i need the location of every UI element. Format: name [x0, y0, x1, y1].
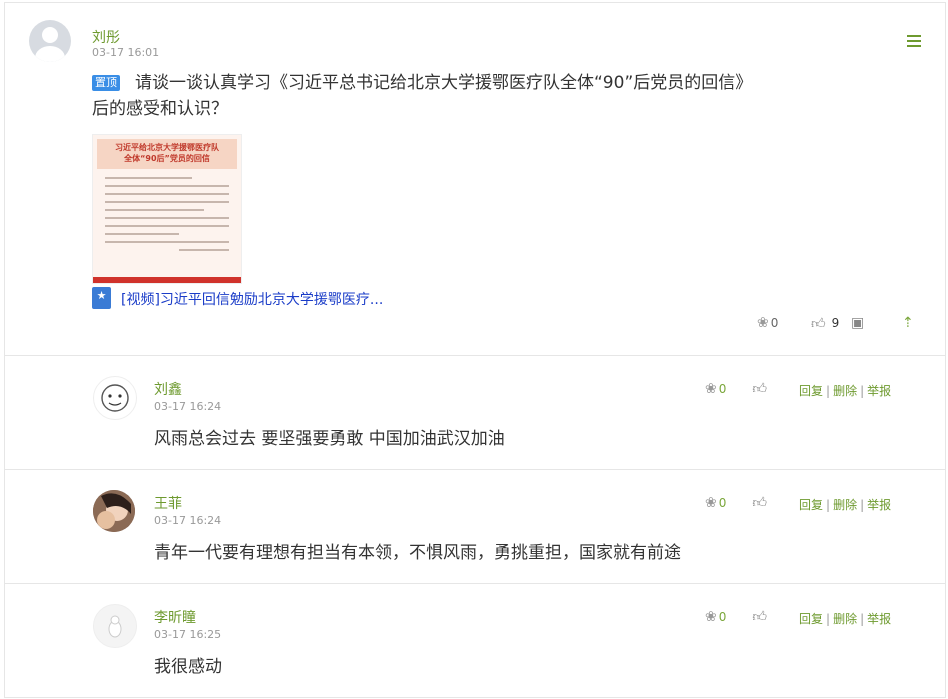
comment-links: 回复 | 删除 | 举报 [799, 498, 892, 512]
comment-time: 03-17 16:25 [154, 628, 222, 641]
top-action[interactable]: ⇡ [902, 313, 914, 333]
delete-link[interactable]: 删除 [833, 498, 857, 512]
commenter-name[interactable]: 王菲 [154, 493, 182, 513]
commenter-avatar[interactable] [93, 376, 137, 420]
comment-item: 刘鑫 03-17 16:24 风雨总会过去 要坚强要勇敢 中国加油武汉加油 ❀ … [5, 356, 945, 470]
thumb-up-icon[interactable]: 👍︎ [752, 380, 767, 397]
report-link[interactable]: 举报 [867, 384, 891, 398]
menu-icon[interactable] [907, 35, 921, 47]
flower-icon: ❀ [705, 380, 717, 397]
post-time: 03-17 16:01 [92, 46, 160, 59]
pinned-badge: 置顶 [92, 75, 120, 91]
arrow-up-icon: ⇡ [902, 315, 914, 331]
report-link[interactable]: 举报 [867, 498, 891, 512]
commenter-name[interactable]: 李昕瞳 [154, 607, 196, 627]
comment-action[interactable]: ▣ [851, 313, 864, 333]
main-post: 刘彤 03-17 16:01 置顶 请谈一谈认真学习《习近平总书记给北京大学援鄂… [5, 3, 945, 356]
comment-item: 王菲 03-17 16:24 青年一代要有理想有担当有本领，不惧风雨，勇挑重担，… [5, 470, 945, 584]
comment-item: 李昕瞳 03-17 16:25 我很感动 ❀ 0 👍︎ 回复 | 删除 | 举报 [5, 584, 945, 697]
reply-link[interactable]: 回复 [799, 612, 823, 626]
report-link[interactable]: 举报 [867, 612, 891, 626]
commenter-avatar[interactable] [93, 604, 137, 648]
delete-link[interactable]: 删除 [833, 612, 857, 626]
commenter-avatar[interactable] [93, 490, 135, 532]
delete-link[interactable]: 删除 [833, 384, 857, 398]
post-image-thumbnail[interactable]: 习近平给北京大学援鄂医疗队 全体“90后”党员的回信 [92, 134, 242, 284]
flower-action[interactable]: ❀ 0 [757, 313, 778, 333]
flower-action[interactable]: ❀ 0 👍︎ [705, 608, 767, 626]
video-link[interactable]: [视频]习近平回信勉励北京大学援鄂医疗... [121, 289, 383, 309]
video-star-icon: ★ [92, 287, 111, 309]
like-action[interactable]: 👍︎ 9 [811, 313, 839, 333]
flower-count: 0 [718, 495, 727, 510]
thumbnail-title: 习近平给北京大学援鄂医疗队 [115, 143, 219, 152]
comment-text: 我很感动 [154, 657, 222, 677]
comment-icon: ▣ [851, 315, 865, 331]
flower-count: 0 [718, 381, 727, 396]
commenter-name[interactable]: 刘鑫 [154, 379, 182, 399]
post-title: 请谈一谈认真学习《习近平总书记给北京大学援鄂医疗队全体“90”后党员的回信》 [135, 73, 753, 93]
thumbnail-subtitle: 全体“90后”党员的回信 [124, 154, 210, 163]
reply-link[interactable]: 回复 [799, 498, 823, 512]
comment-time: 03-17 16:24 [154, 514, 222, 527]
comment-links: 回复 | 删除 | 举报 [799, 384, 892, 398]
post-author[interactable]: 刘彤 [92, 27, 120, 47]
thumb-up-icon[interactable]: 👍︎ [752, 494, 767, 511]
like-count: 9 [831, 316, 840, 330]
post-title-continued: 后的感受和认识？ [92, 99, 228, 119]
comment-text: 风雨总会过去 要坚强要勇敢 中国加油武汉加油 [154, 429, 505, 449]
comment-time: 03-17 16:24 [154, 400, 222, 413]
author-avatar[interactable] [29, 20, 71, 62]
flower-action[interactable]: ❀ 0 👍︎ [705, 494, 767, 512]
flower-icon: ❀ [757, 315, 769, 331]
flower-icon: ❀ [705, 608, 717, 625]
flower-count: 0 [718, 609, 727, 624]
reply-link[interactable]: 回复 [799, 384, 823, 398]
thumb-up-icon[interactable]: 👍︎ [752, 608, 767, 625]
comment-text: 青年一代要有理想有担当有本领，不惧风雨，勇挑重担，国家就有前途 [154, 543, 681, 563]
thumb-up-icon: 👍︎ [811, 315, 826, 332]
discussion-panel: 刘彤 03-17 16:01 置顶 请谈一谈认真学习《习近平总书记给北京大学援鄂… [4, 2, 946, 698]
flower-count: 0 [770, 316, 779, 330]
flower-icon: ❀ [705, 494, 717, 511]
comment-links: 回复 | 删除 | 举报 [799, 612, 892, 626]
flower-action[interactable]: ❀ 0 👍︎ [705, 380, 767, 398]
